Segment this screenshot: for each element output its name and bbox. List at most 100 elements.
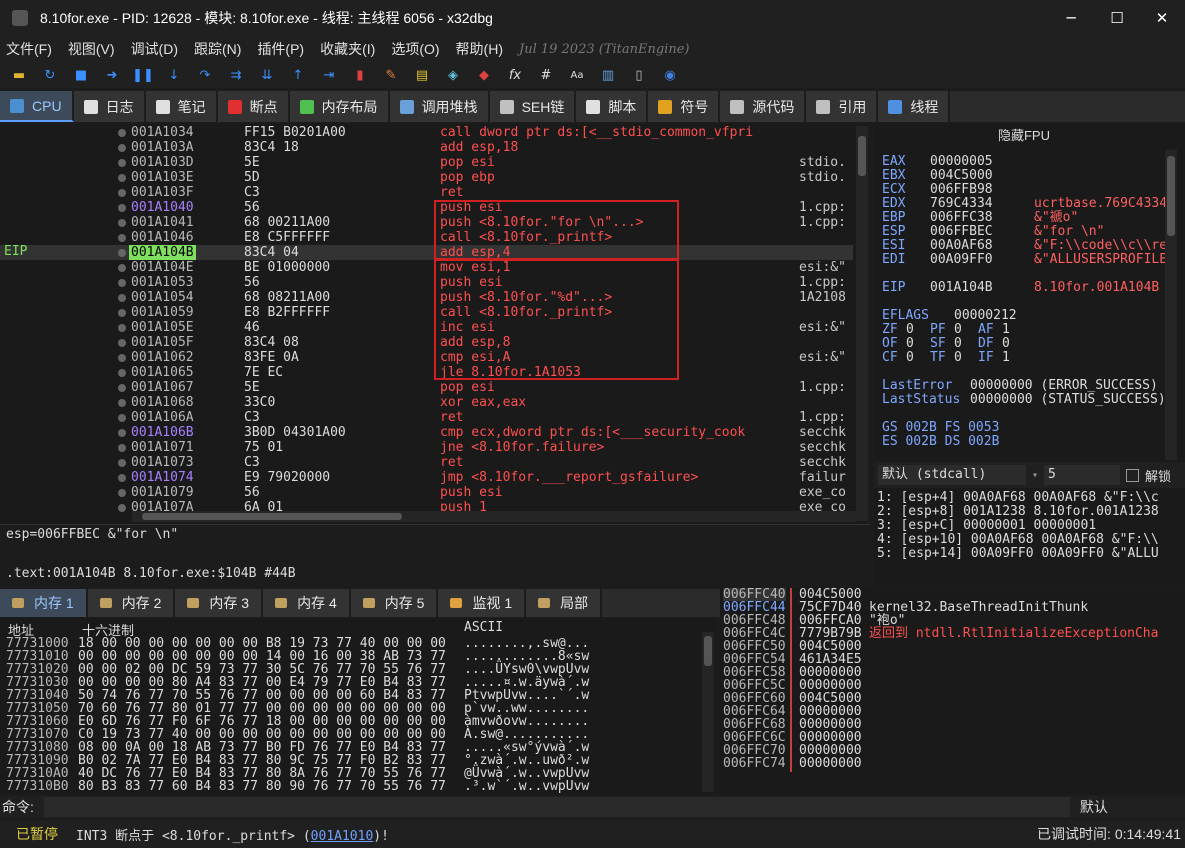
- disasm-row[interactable]: 001A1046 E8 C5FFFFFF call <8.10for._printf…: [0, 230, 853, 245]
- flag-value[interactable]: 1: [1002, 351, 1010, 365]
- calculator-icon[interactable]: ▥: [597, 65, 619, 85]
- trace-over-icon[interactable]: ⇊: [256, 65, 278, 85]
- disasm-row[interactable]: 001A1073 C3 ret secchk: [0, 455, 853, 470]
- flag-value[interactable]: 0: [954, 351, 962, 365]
- breakpoint-dot[interactable]: [118, 174, 126, 182]
- disasm-row[interactable]: 001A1062 83FE 0A cmp esi,A esi:&": [0, 350, 853, 365]
- disasm-row[interactable]: 001A1067 5E pop esi 1.cpp:: [0, 380, 853, 395]
- run-icon[interactable]: ➜: [101, 65, 123, 85]
- dump-row[interactable]: 777310B0 80 B3 83 77 60 B4 83 77 80 90 76…: [6, 780, 589, 793]
- breakpoint-dot[interactable]: [118, 444, 126, 452]
- trace-into-icon[interactable]: ⇉: [225, 65, 247, 85]
- dump-tab-7[interactable]: 局部: [526, 589, 603, 617]
- command-input[interactable]: [43, 797, 1070, 817]
- breakpoint-dot[interactable]: [118, 339, 126, 347]
- patch-icon[interactable]: ✎: [380, 65, 402, 85]
- chevron-down-icon[interactable]: ▾: [1032, 470, 1038, 481]
- breakpoint-dot[interactable]: [118, 459, 126, 467]
- register-value[interactable]: 006FFB98: [930, 183, 993, 197]
- register-row[interactable]: EAX 00000005: [882, 155, 993, 169]
- tab-source[interactable]: 源代码: [720, 91, 807, 122]
- notes-toolbar-icon[interactable]: ▯: [628, 65, 650, 85]
- dump-hex[interactable]: 80 B3 83 77 60 B4 83 77 80 90 76 77 70 5…: [78, 780, 446, 793]
- tab-cpu[interactable]: CPU: [0, 91, 74, 122]
- disasm-row[interactable]: 001A1034 FF15 B0201A00 call dword ptr ds:[…: [0, 125, 853, 140]
- restart-icon[interactable]: ↻: [39, 65, 61, 85]
- disasm-row[interactable]: 001A1068 33C0 xor eax,eax: [0, 395, 853, 410]
- breakpoint-dot[interactable]: [118, 159, 126, 167]
- register-value[interactable]: 00000212: [954, 309, 1017, 323]
- argument-row[interactable]: 2: [esp+8] 001A1238 8.10for.001A1238: [877, 504, 1159, 519]
- disasm-row[interactable]: 001A1053 56 push esi 1.cpp:: [0, 275, 853, 290]
- register-value[interactable]: 006FFBEC: [930, 225, 993, 239]
- register-value[interactable]: 004C5000: [930, 169, 993, 183]
- comments-icon[interactable]: ▤: [411, 65, 433, 85]
- dump-scrollbar[interactable]: [702, 632, 714, 792]
- flag-value[interactable]: 0: [954, 337, 962, 351]
- flag-value[interactable]: 0: [906, 351, 914, 365]
- register-row[interactable]: ESI 00A0AF68 &"F:\\code\\c\\re: [882, 239, 1167, 253]
- breakpoint-dot[interactable]: [118, 474, 126, 482]
- menu-plugins[interactable]: 插件(P): [257, 39, 304, 59]
- step-over-icon[interactable]: ↷: [194, 65, 216, 85]
- breakpoint-dot[interactable]: [118, 249, 126, 257]
- tab-references[interactable]: 引用: [806, 91, 879, 122]
- menu-debug[interactable]: 调试(D): [131, 39, 178, 59]
- breakpoint-dot[interactable]: [118, 309, 126, 317]
- font-icon[interactable]: Aa: [566, 65, 588, 85]
- flag-value[interactable]: 1: [1002, 323, 1010, 337]
- disasm-row[interactable]: 001A106B 3B0D 04301A00 cmp ecx,dword ptr d…: [0, 425, 853, 440]
- disasm-row[interactable]: 001A1074 E9 79020000 jmp <8.10for.___repor…: [0, 470, 853, 485]
- breakpoint-dot[interactable]: [118, 324, 126, 332]
- dump-tab-1[interactable]: 内存 1: [0, 589, 88, 617]
- disasm-row[interactable]: 001A103F C3 ret: [0, 185, 853, 200]
- command-mode-select[interactable]: 默认: [1080, 797, 1108, 817]
- register-row[interactable]: ESP 006FFBEC &"for \n": [882, 225, 1104, 239]
- disasm-row[interactable]: 001A104B 83C4 04 add esp,4: [0, 245, 853, 260]
- breakpoint-dot[interactable]: [118, 234, 126, 242]
- open-icon[interactable]: ▬: [8, 65, 30, 85]
- tab-log[interactable]: 日志: [73, 91, 146, 122]
- argument-row[interactable]: 5: [esp+14] 00A09FF0 00A09FF0 &"ALLU: [877, 546, 1159, 561]
- globe-icon[interactable]: ◉: [659, 65, 681, 85]
- disasm-row[interactable]: 001A106A C3 ret 1.cpp:: [0, 410, 853, 425]
- dump-tab-6[interactable]: 监视 1: [438, 589, 527, 617]
- disasm-row[interactable]: 001A105F 83C4 08 add esp,8: [0, 335, 853, 350]
- breakpoint-dot[interactable]: [118, 294, 126, 302]
- disasm-row[interactable]: 001A1054 68 08211A00 push <8.10for."%d"...…: [0, 290, 853, 305]
- functions-icon[interactable]: fx: [504, 65, 526, 85]
- register-row[interactable]: EBX 004C5000: [882, 169, 993, 183]
- breakpoint-dot[interactable]: [118, 399, 126, 407]
- register-value[interactable]: 00000005: [930, 155, 993, 169]
- menu-view[interactable]: 视图(V): [68, 39, 115, 59]
- breakpoint-dot[interactable]: [118, 279, 126, 287]
- argument-count-spinner[interactable]: 5: [1044, 465, 1121, 485]
- disasm-row[interactable]: 001A105E 46 inc esi esi:&": [0, 320, 853, 335]
- tab-breakpoint[interactable]: 断点: [217, 91, 290, 122]
- breakpoint-dot[interactable]: [118, 354, 126, 362]
- calling-convention-select[interactable]: 默认 (stdcall): [878, 465, 1026, 485]
- menu-file[interactable]: 文件(F): [6, 39, 52, 59]
- register-row[interactable]: EDI 00A09FF0 &"ALLUSERSPROFILE: [882, 253, 1167, 267]
- dump-tab-5[interactable]: 内存 5: [350, 589, 439, 617]
- flag-value[interactable]: 0: [906, 337, 914, 351]
- register-value[interactable]: 00A09FF0: [930, 253, 993, 267]
- labels-icon[interactable]: ◈: [442, 65, 464, 85]
- menu-options[interactable]: 选项(O): [391, 39, 439, 59]
- tab-memory-map[interactable]: 内存布局: [289, 91, 390, 122]
- breakpoint-address-link[interactable]: 001A1010: [311, 829, 374, 844]
- breakpoint-dot[interactable]: [118, 129, 126, 137]
- registers-panel[interactable]: 隐藏FPU EAX 00000005 EBX 004C5000 ECX 006FFB98 E…: [874, 124, 1185, 462]
- disassembly-horizontal-scrollbar[interactable]: [132, 511, 856, 522]
- close-button[interactable]: ✕: [1139, 0, 1185, 36]
- flag-value[interactable]: 0: [954, 323, 962, 337]
- flag-value[interactable]: 0: [1002, 337, 1010, 351]
- registers-scrollbar[interactable]: [1165, 150, 1177, 460]
- register-value[interactable]: 769C4334: [930, 197, 993, 211]
- disasm-row[interactable]: 001A1040 56 push esi 1.cpp:: [0, 200, 853, 215]
- breakpoint-dot[interactable]: [118, 414, 126, 422]
- breakpoint-dot[interactable]: [118, 144, 126, 152]
- tab-symbols[interactable]: 符号: [648, 91, 721, 122]
- register-row[interactable]: ECX 006FFB98: [882, 183, 993, 197]
- menu-trace[interactable]: 跟踪(N): [194, 39, 241, 59]
